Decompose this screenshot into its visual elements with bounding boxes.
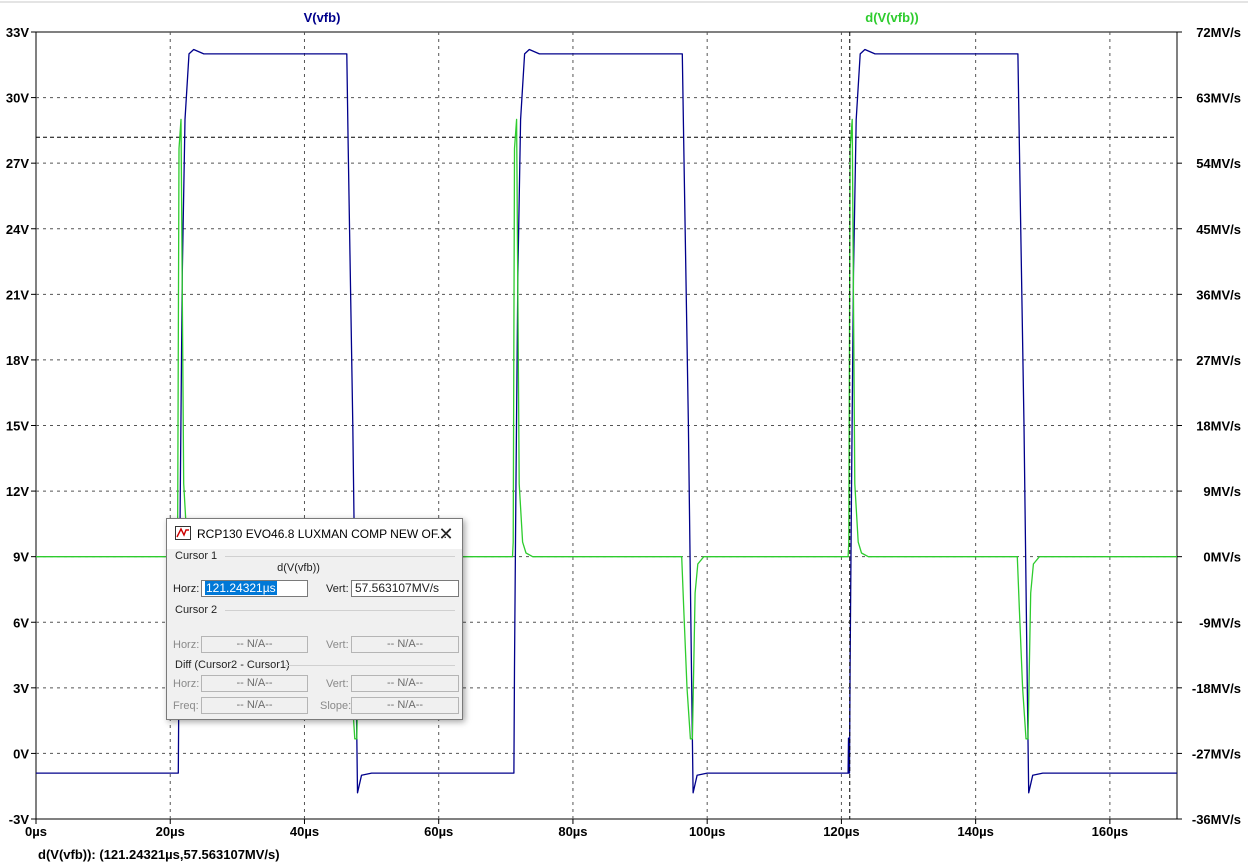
- x-tick-label: 60µs: [424, 824, 453, 839]
- cursor1-group-line: [225, 556, 455, 557]
- right-tick-label: 45MV/s: [1196, 222, 1241, 237]
- right-tick-label: 9MV/s: [1203, 484, 1241, 499]
- diff-vert-field[interactable]: -- N/A--: [351, 675, 459, 692]
- left-tick-label: 33V: [6, 25, 29, 40]
- right-axis-ticks: 72MV/s 63MV/s 54MV/s 45MV/s 36MV/s 27MV/s 18MV…: [1177, 25, 1241, 827]
- waveform-plot[interactable]: 0µs 20µs 40µs 60µs 80µs 100µs 120µs 140µs 160µs …: [0, 0, 1248, 866]
- right-tick-label: 54MV/s: [1196, 156, 1241, 171]
- ltspice-icon: [175, 526, 191, 540]
- left-tick-label: 15V: [6, 419, 29, 434]
- right-tick-label: 72MV/s: [1196, 25, 1241, 40]
- diff-slope-label: Slope:: [320, 700, 352, 712]
- left-tick-label: 18V: [6, 353, 29, 368]
- left-tick-label: 9V: [13, 550, 29, 565]
- right-tick-label: 27MV/s: [1196, 353, 1241, 368]
- left-tick-label: 24V: [6, 222, 29, 237]
- x-tick-label: 40µs: [290, 824, 319, 839]
- diff-horz-field[interactable]: -- N/A--: [201, 675, 308, 692]
- diff-freq-label: Freq:: [173, 700, 199, 712]
- right-tick-label: 18MV/s: [1196, 419, 1241, 434]
- diff-group-line: [285, 665, 455, 666]
- right-tick-label: -36MV/s: [1192, 812, 1241, 827]
- cursor2-horz-label: Horz:: [173, 639, 200, 651]
- diff-freq-field[interactable]: -- N/A--: [201, 697, 308, 714]
- cursor1-vert-label: Vert:: [326, 583, 349, 595]
- cursor-dialog[interactable]: RCP130 EVO46.8 LUXMAN COMP NEW OF... ✕ C…: [166, 518, 463, 720]
- cursor2-vert-field[interactable]: -- N/A--: [351, 636, 459, 653]
- x-tick-label: 140µs: [957, 824, 993, 839]
- left-tick-label: 21V: [6, 287, 29, 302]
- x-tick-label: 120µs: [823, 824, 859, 839]
- right-tick-label: 0MV/s: [1203, 550, 1241, 565]
- right-tick-label: -18MV/s: [1192, 681, 1241, 696]
- cursor1-horz-label: Horz:: [173, 583, 200, 595]
- status-readout: d(V(vfb)): (121.24321µs,57.563107MV/s): [38, 847, 280, 862]
- left-tick-label: 6V: [13, 615, 29, 630]
- diff-slope-field[interactable]: -- N/A--: [351, 697, 459, 714]
- left-tick-label: 12V: [6, 484, 29, 499]
- dialog-title: RCP130 EVO46.8 LUXMAN COMP NEW OF...: [197, 527, 447, 541]
- left-tick-label: 0V: [13, 746, 29, 761]
- right-tick-label: -27MV/s: [1192, 746, 1241, 761]
- x-tick-label: 160µs: [1092, 824, 1128, 839]
- right-tick-label: -9MV/s: [1199, 615, 1241, 630]
- right-tick-label: 63MV/s: [1196, 91, 1241, 106]
- x-tick-label: 20µs: [156, 824, 185, 839]
- trace-label-dvfb[interactable]: d(V(vfb)): [865, 10, 918, 25]
- diff-vert-label: Vert:: [326, 678, 349, 690]
- cursor1-vert-field[interactable]: 57.563107MV/s: [351, 580, 459, 597]
- close-icon[interactable]: ✕: [433, 522, 459, 546]
- cursor1-trace-name: d(V(vfb)): [277, 562, 320, 574]
- x-axis-ticks: 0µs 20µs 40µs 60µs 80µs 100µs 120µs 140µs 160µs: [25, 819, 1128, 839]
- left-axis-ticks: 33V 30V 27V 24V 21V 18V 15V 12V 9V 6V 3V 0V -3V: [6, 25, 36, 827]
- cursor1-horz-value: 121.24321µs: [205, 581, 277, 595]
- cursor2-group-line: [225, 610, 455, 611]
- dialog-titlebar[interactable]: RCP130 EVO46.8 LUXMAN COMP NEW OF... ✕: [167, 519, 462, 549]
- cursor2-vert-label: Vert:: [326, 639, 349, 651]
- x-tick-label: 80µs: [558, 824, 587, 839]
- left-tick-label: 30V: [6, 91, 29, 106]
- left-tick-label: -3V: [9, 812, 30, 827]
- x-tick-label: 100µs: [689, 824, 725, 839]
- left-tick-label: 27V: [6, 156, 29, 171]
- cursor1-group-label: Cursor 1: [175, 550, 218, 562]
- left-tick-label: 3V: [13, 681, 29, 696]
- diff-group-label: Diff (Cursor2 - Cursor1): [175, 659, 290, 671]
- cursor1-horz-field[interactable]: 121.24321µs: [201, 580, 308, 597]
- cursor2-group-label: Cursor 2: [175, 604, 218, 616]
- trace-label-vfb[interactable]: V(vfb): [304, 10, 341, 25]
- right-tick-label: 36MV/s: [1196, 287, 1241, 302]
- diff-horz-label: Horz:: [173, 678, 200, 690]
- cursor2-horz-field[interactable]: -- N/A--: [201, 636, 308, 653]
